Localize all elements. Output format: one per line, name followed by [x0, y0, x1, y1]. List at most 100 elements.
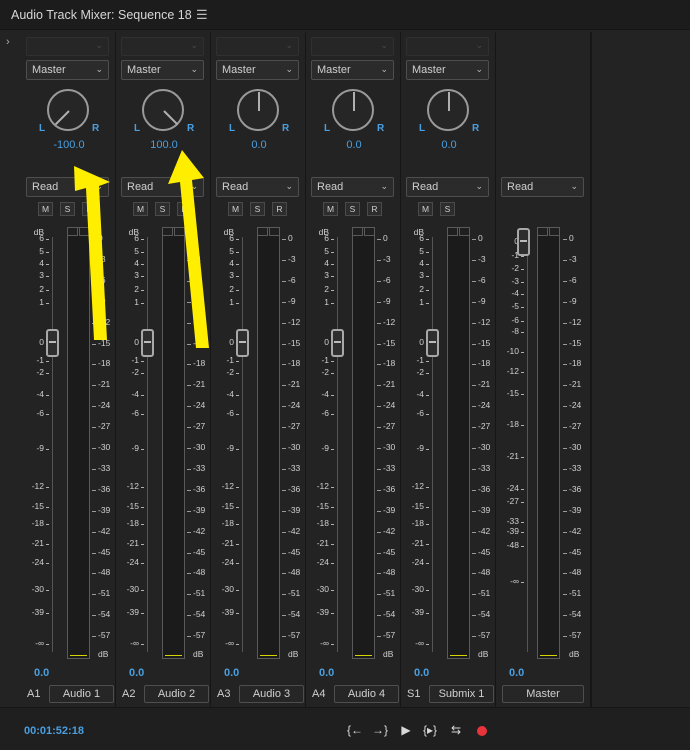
meter-scale-label: -54: [98, 609, 111, 620]
meter-scale-label: -54: [193, 609, 206, 620]
clip-indicator-right[interactable]: [269, 227, 280, 236]
solo-button[interactable]: S: [250, 202, 265, 216]
timecode-display[interactable]: 00:01:52:18: [24, 725, 84, 737]
scale-tick: [521, 282, 524, 283]
meter-scale-label: -51: [193, 588, 206, 599]
scale-tick: [46, 644, 49, 645]
clip-indicator-right[interactable]: [79, 227, 90, 236]
scale-tick: [46, 524, 49, 525]
scale-tick: [141, 395, 144, 396]
meter-tick: [377, 301, 381, 303]
track-name-field[interactable]: Audio 4: [334, 685, 399, 703]
scale-tick: [236, 449, 239, 450]
volume-fader-handle[interactable]: [426, 329, 439, 357]
clip-indicator-left[interactable]: [537, 227, 548, 236]
meter-tick: [282, 468, 286, 470]
go-to-out-point-icon[interactable]: →}: [372, 722, 388, 738]
clip-indicator-right[interactable]: [459, 227, 470, 236]
fader-scale-label: -39: [126, 607, 139, 617]
meter-tick: [377, 468, 381, 470]
pan-knob[interactable]: [47, 89, 89, 131]
fader-scale-label: -39: [31, 607, 44, 617]
clip-indicator-right[interactable]: [174, 227, 185, 236]
scale-tick: [521, 457, 524, 458]
play-icon[interactable]: ▶: [398, 722, 414, 738]
clip-indicator-left[interactable]: [447, 227, 458, 236]
volume-fader-handle[interactable]: [141, 329, 154, 357]
clip-indicator-left[interactable]: [352, 227, 363, 236]
meter-scale-label: -33: [569, 462, 582, 473]
fader-value[interactable]: 0.0: [319, 667, 334, 679]
fader-scale: dB 6 5 4 3 2 1 0 -1 -2 -4 -6 -9 -12 -15 -18 -21 -24 -30 -39…: [212, 32, 234, 707]
pan-knob[interactable]: [237, 89, 279, 131]
fader-scale-label: -30: [316, 584, 329, 594]
fader-value[interactable]: 0.0: [414, 667, 429, 679]
scale-tick: [46, 487, 49, 488]
fader-value[interactable]: 0.0: [509, 667, 524, 679]
scale-tick: [236, 507, 239, 508]
scale-tick: [141, 373, 144, 374]
pan-knob[interactable]: [142, 89, 184, 131]
fader-scale-label: -18: [411, 518, 424, 528]
scale-tick: [46, 507, 49, 508]
meter-scale-label: -54: [478, 609, 491, 620]
chevron-right-icon[interactable]: ›: [6, 36, 10, 48]
fader-value[interactable]: 0.0: [129, 667, 144, 679]
track-name-field[interactable]: Audio 1: [49, 685, 114, 703]
record-icon[interactable]: [477, 726, 487, 736]
pan-knob[interactable]: [427, 89, 469, 131]
volume-fader-handle[interactable]: [46, 329, 59, 357]
meter-scale-label: -27: [478, 421, 491, 432]
fader-scale-label: -∞: [415, 638, 424, 648]
scale-tick: [331, 487, 334, 488]
fader-scale-label: -21: [126, 538, 139, 548]
track-strip: ⌄ Master ⌄ L R 0.0 Read ⌄ M SdB 6 5 4 3 2 1 0 -1 -2 -4 -6 -9-…: [402, 32, 496, 707]
meter-tick: [563, 615, 567, 617]
meter-scale-label: -12: [383, 316, 396, 327]
clip-indicator-left[interactable]: [257, 227, 268, 236]
meter-scale-label: 0: [98, 233, 103, 243]
fader-scale-label: -9: [321, 443, 329, 453]
meter-tick: [377, 239, 381, 240]
fader-scale-label: 4: [229, 258, 234, 268]
hamburger-menu-icon[interactable]: ☰: [196, 7, 208, 23]
clip-indicator-right[interactable]: [364, 227, 375, 236]
solo-button[interactable]: S: [440, 202, 455, 216]
go-to-in-point-icon[interactable]: {←: [347, 722, 363, 738]
fader-value[interactable]: 0.0: [34, 667, 49, 679]
fader-scale-label: -39: [316, 607, 329, 617]
fader-scale-label: -21: [411, 538, 424, 548]
fader-scale-label: 5: [134, 246, 139, 256]
scale-tick: [141, 239, 144, 240]
loop-icon[interactable]: ⇆: [448, 722, 464, 738]
meter-tick: [377, 322, 381, 324]
meter-scale-label: -36: [569, 483, 582, 494]
meter-scale-label: -9: [98, 295, 106, 306]
pan-knob[interactable]: [332, 89, 374, 131]
volume-fader-handle[interactable]: [236, 329, 249, 357]
clip-indicator-left[interactable]: [67, 227, 78, 236]
clip-indicator-right[interactable]: [549, 227, 560, 236]
meter-scale-label: -48: [98, 567, 111, 578]
solo-button[interactable]: S: [60, 202, 75, 216]
track-name-field[interactable]: Master: [502, 685, 584, 703]
fader-scale-label: 2: [134, 284, 139, 294]
volume-fader-handle[interactable]: [517, 228, 530, 256]
track-name-field[interactable]: Audio 3: [239, 685, 304, 703]
fader-value[interactable]: 0.0: [224, 667, 239, 679]
meter-scale-label: -33: [98, 462, 111, 473]
volume-fader-handle[interactable]: [331, 329, 344, 357]
solo-button[interactable]: S: [345, 202, 360, 216]
fader-scale-label: -9: [226, 443, 234, 453]
scale-tick: [331, 414, 334, 415]
play-in-to-out-icon[interactable]: {▸}: [422, 722, 438, 738]
scale-tick: [426, 276, 429, 277]
solo-button[interactable]: S: [155, 202, 170, 216]
meter-tick: [563, 322, 567, 324]
track-name-field[interactable]: Audio 2: [144, 685, 209, 703]
meter-scale-label: -57: [98, 630, 111, 641]
meter-tick: [187, 552, 191, 554]
clip-indicator-left[interactable]: [162, 227, 173, 236]
track-name-field[interactable]: Submix 1: [429, 685, 494, 703]
meter-tick: [187, 448, 191, 449]
